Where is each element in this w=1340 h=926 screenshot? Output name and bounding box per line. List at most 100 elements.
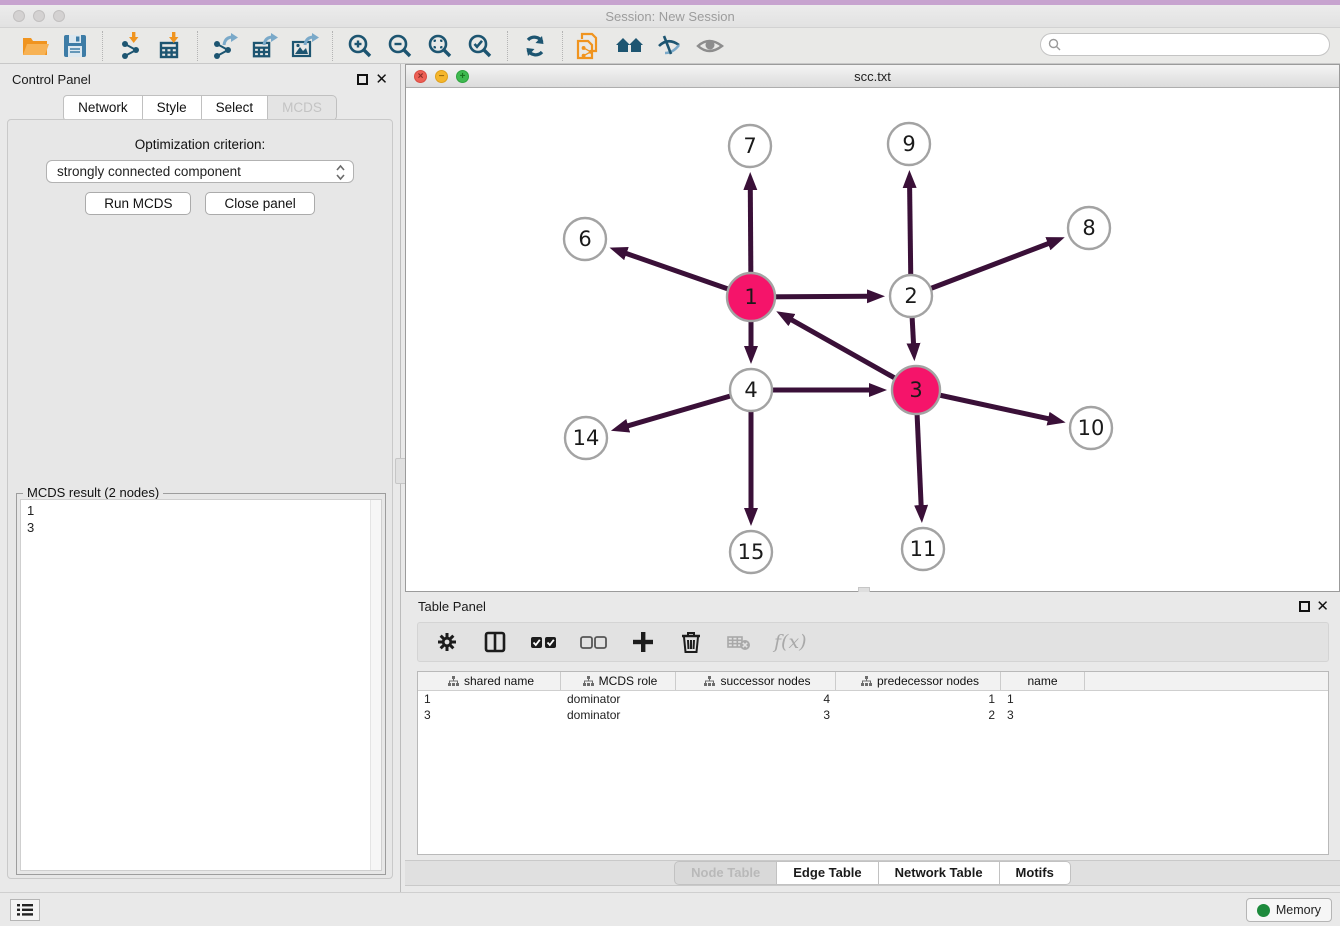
mcds-result-title: MCDS result (2 nodes) <box>23 485 163 500</box>
zoom-out-icon[interactable] <box>383 31 417 61</box>
result-scrollbar[interactable] <box>370 500 381 870</box>
table-row[interactable]: 1dominator411 <box>418 691 1328 707</box>
tab-motifs[interactable]: Motifs <box>1000 861 1071 885</box>
task-history-button[interactable] <box>10 899 40 921</box>
zoom-fit-icon[interactable] <box>423 31 457 61</box>
run-mcds-button[interactable]: Run MCDS <box>85 192 191 215</box>
close-panel-button[interactable]: Close panel <box>205 192 314 215</box>
node-10[interactable]: 10 <box>1070 407 1112 449</box>
window-title: Session: New Session <box>0 9 1340 24</box>
node-7[interactable]: 7 <box>729 125 771 167</box>
node-11[interactable]: 11 <box>902 528 944 570</box>
tab-node-table[interactable]: Node Table <box>674 861 777 885</box>
search-input[interactable] <box>1040 33 1330 56</box>
network-canvas[interactable]: 7 9 6 8 1 2 4 3 14 10 15 11 <box>406 88 1339 591</box>
node-table[interactable]: shared name MCDS rolesuccessor nodes prede… <box>417 671 1329 855</box>
table-cell[interactable]: dominator <box>561 691 676 707</box>
export-image-icon[interactable] <box>288 31 322 61</box>
column-header-filler <box>1085 672 1328 690</box>
checked-pair-icon[interactable] <box>530 629 558 655</box>
float-table-panel-icon[interactable] <box>1299 601 1310 612</box>
trash-icon[interactable] <box>678 629 704 655</box>
node-label: 11 <box>910 537 937 561</box>
criterion-dropdown[interactable]: strongly connected component <box>46 160 354 183</box>
table-row[interactable]: 3dominator323 <box>418 707 1328 723</box>
node-table-header[interactable]: shared name MCDS rolesuccessor nodes prede… <box>418 672 1328 691</box>
table-cell[interactable]: 1 <box>418 691 561 707</box>
edge-2-8[interactable] <box>911 243 1050 296</box>
node-label: 4 <box>744 378 757 402</box>
column-header-successor-nodes[interactable]: successor nodes <box>676 672 836 690</box>
close-panel-icon[interactable]: ✕ <box>375 70 388 88</box>
column-label: predecessor nodes <box>877 674 979 688</box>
import-table-icon[interactable] <box>153 31 187 61</box>
import-network-icon[interactable] <box>113 31 147 61</box>
node-1[interactable]: 1 <box>727 273 775 321</box>
control-panel-title: Control Panel <box>12 72 91 87</box>
node-4[interactable]: 4 <box>730 369 772 411</box>
column-label: shared name <box>464 674 534 688</box>
table-cell[interactable]: 3 <box>1001 707 1085 723</box>
export-table-icon[interactable] <box>248 31 282 61</box>
home-icon[interactable] <box>613 31 647 61</box>
export-network-icon[interactable] <box>208 31 242 61</box>
node-table-body: 1dominator4113dominator323 <box>418 691 1328 723</box>
node-15[interactable]: 15 <box>730 531 772 573</box>
mcds-result-group: MCDS result (2 nodes) 13 <box>16 493 386 875</box>
table-cell[interactable]: dominator <box>561 707 676 723</box>
memory-button[interactable]: Memory <box>1246 898 1332 922</box>
column-icon[interactable] <box>482 629 508 655</box>
optimization-criterion-label: Optimization criterion: <box>8 137 392 152</box>
gear-icon[interactable] <box>434 629 460 655</box>
node-6[interactable]: 6 <box>564 218 606 260</box>
mcds-result-textarea[interactable]: 13 <box>20 499 382 871</box>
float-panel-icon[interactable] <box>357 74 368 85</box>
zoom-in-icon[interactable] <box>343 31 377 61</box>
column-header-predecessor-nodes[interactable]: predecessor nodes <box>836 672 1001 690</box>
column-header-shared-name[interactable]: shared name <box>418 672 561 690</box>
network-window-titlebar[interactable]: × − + scc.txt <box>406 65 1339 88</box>
table-cell[interactable]: 3 <box>676 707 836 723</box>
delete-table-icon <box>726 629 752 655</box>
table-cell[interactable]: 1 <box>1001 691 1085 707</box>
memory-label: Memory <box>1276 903 1321 917</box>
duplicate-network-icon[interactable] <box>573 31 607 61</box>
tab-network-table[interactable]: Network Table <box>879 861 1000 885</box>
mcds-result-line: 1 <box>27 502 381 519</box>
table-cell[interactable]: 3 <box>418 707 561 723</box>
tab-network[interactable]: Network <box>63 95 143 121</box>
unchecked-pair-icon[interactable] <box>580 629 608 655</box>
network-graph[interactable]: 7 9 6 8 1 2 4 3 14 10 15 11 <box>406 88 1339 591</box>
column-header-name[interactable]: name <box>1001 672 1085 690</box>
hide-graphics-icon[interactable] <box>653 31 687 61</box>
tab-mcds[interactable]: MCDS <box>268 95 337 121</box>
show-graphics-icon[interactable] <box>693 31 727 61</box>
node-14[interactable]: 14 <box>565 417 607 459</box>
tab-style[interactable]: Style <box>143 95 202 121</box>
table-panel: Table Panel ✕ f(x) shared nameMCDS roles… <box>405 592 1340 892</box>
tab-edge-table[interactable]: Edge Table <box>777 861 878 885</box>
add-icon[interactable] <box>630 629 656 655</box>
table-cell[interactable]: 1 <box>836 691 1001 707</box>
status-bar: Memory <box>0 892 1340 926</box>
node-label: 14 <box>573 426 600 450</box>
node-8[interactable]: 8 <box>1068 207 1110 249</box>
node-9[interactable]: 9 <box>888 123 930 165</box>
node-label: 1 <box>744 285 757 309</box>
open-session-icon[interactable] <box>18 31 52 61</box>
node-label: 6 <box>578 227 591 251</box>
mcds-result-line: 3 <box>27 519 381 536</box>
table-cell[interactable]: 2 <box>836 707 1001 723</box>
app-titlebar: Session: New Session <box>0 5 1340 28</box>
refresh-icon[interactable] <box>518 31 552 61</box>
node-2[interactable]: 2 <box>890 275 932 317</box>
node-3[interactable]: 3 <box>892 366 940 414</box>
table-tabs: Node TableEdge TableNetwork TableMotifs <box>405 860 1340 886</box>
tab-select[interactable]: Select <box>202 95 269 121</box>
table-panel-title: Table Panel <box>418 599 486 614</box>
zoom-selected-icon[interactable] <box>463 31 497 61</box>
close-table-panel-icon[interactable]: ✕ <box>1316 597 1329 615</box>
save-session-icon[interactable] <box>58 31 92 61</box>
column-header-MCDS-role[interactable]: MCDS role <box>561 672 676 690</box>
table-cell[interactable]: 4 <box>676 691 836 707</box>
